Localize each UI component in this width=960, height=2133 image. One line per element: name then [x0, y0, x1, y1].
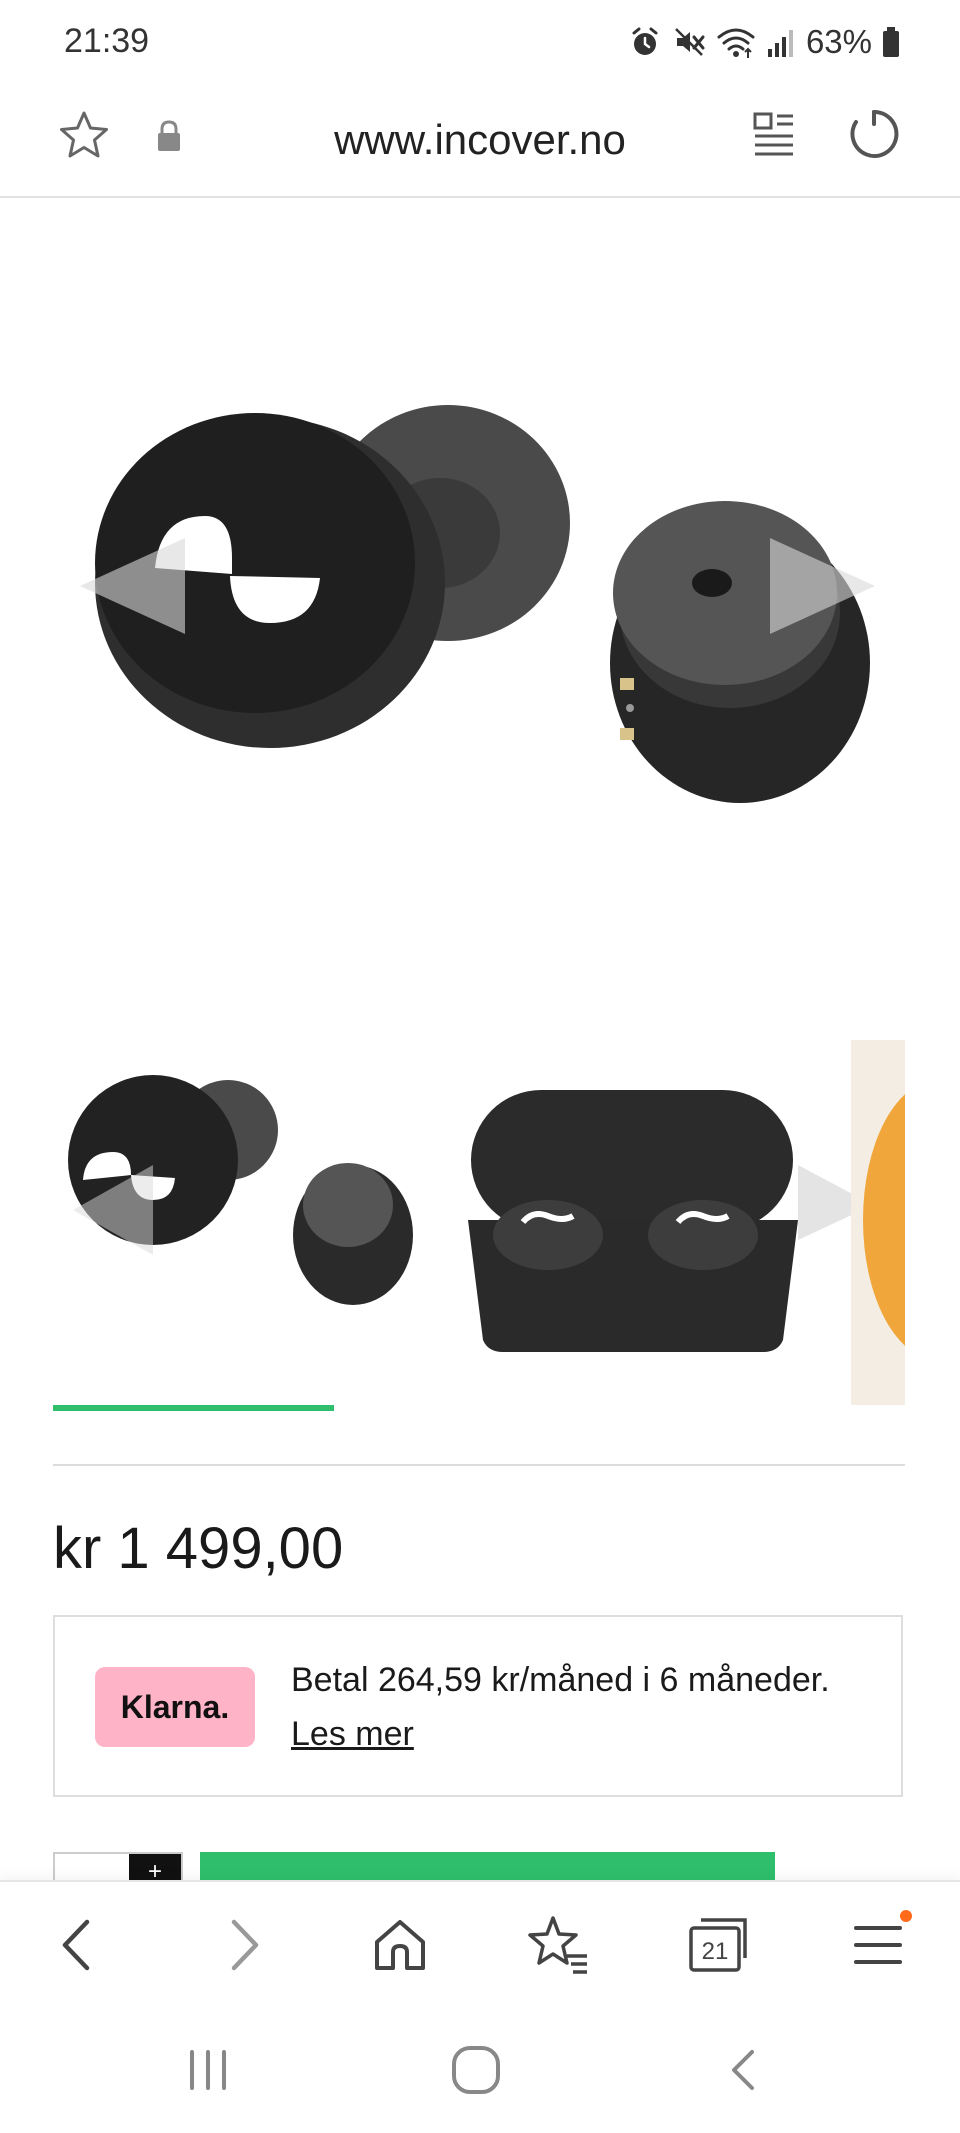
- status-icons: 63%: [628, 20, 900, 64]
- signal-icon: [767, 30, 793, 57]
- notification-dot: [900, 1910, 912, 1922]
- reload-icon[interactable]: [846, 106, 902, 162]
- back-icon[interactable]: [43, 1910, 113, 1980]
- add-to-cart-button[interactable]: [200, 1852, 775, 1880]
- home-icon[interactable]: [365, 1910, 435, 1980]
- bookmarks-icon[interactable]: [523, 1910, 593, 1980]
- klarna-read-more-link[interactable]: Les mer: [291, 1715, 414, 1753]
- product-main-image[interactable]: [0, 198, 960, 1018]
- charging-case-thumbnail[interactable]: [468, 1090, 873, 1352]
- klarna-logo: Klarna.: [95, 1667, 255, 1747]
- partial-thumbnail[interactable]: [851, 1040, 905, 1405]
- tabs-icon[interactable]: 21: [683, 1910, 753, 1980]
- earbuds-thumbnail[interactable]: [68, 1075, 413, 1305]
- battery-icon: [883, 27, 899, 57]
- klarna-text: Betal 264,59 kr/måned i 6 måneder. Les m…: [291, 1653, 871, 1761]
- quantity-plus-button[interactable]: +: [129, 1854, 181, 1880]
- mute-icon: [675, 28, 705, 56]
- thumbnail-strip[interactable]: [53, 1040, 905, 1405]
- system-back-icon[interactable]: [714, 2040, 774, 2100]
- earbuds-illustration: [80, 405, 875, 803]
- reader-mode-icon[interactable]: [752, 110, 796, 160]
- forward-icon[interactable]: [208, 1910, 278, 1980]
- tab-count: 21: [702, 1938, 729, 1965]
- klarna-message: Betal 264,59 kr/måned i 6 måneder.: [291, 1661, 830, 1699]
- system-navigation-bar: [0, 2002, 960, 2133]
- divider: [53, 1464, 905, 1466]
- quantity-stepper[interactable]: +: [53, 1852, 183, 1880]
- wifi-icon: [717, 28, 755, 58]
- recents-icon[interactable]: [178, 2040, 238, 2100]
- product-price: kr 1 499,00: [53, 1516, 344, 1581]
- browser-url-bar: www.incover.no: [0, 86, 960, 198]
- gallery-progress: [53, 1405, 905, 1411]
- url-text[interactable]: www.incover.no: [0, 116, 960, 164]
- menu-icon[interactable]: [844, 1910, 914, 1980]
- battery-percent: 63%: [805, 23, 872, 60]
- klarna-financing-box: Klarna. Betal 264,59 kr/måned i 6 månede…: [53, 1615, 903, 1797]
- alarm-icon: [632, 27, 658, 55]
- gallery-progress-fill: [53, 1405, 335, 1411]
- browser-bottom-toolbar: 21: [0, 1880, 960, 2004]
- thumbnail-images: [68, 1040, 905, 1405]
- home-circle-icon[interactable]: [446, 2040, 506, 2100]
- status-bar: 21:39 63%: [0, 0, 960, 86]
- status-time: 21:39: [64, 22, 150, 60]
